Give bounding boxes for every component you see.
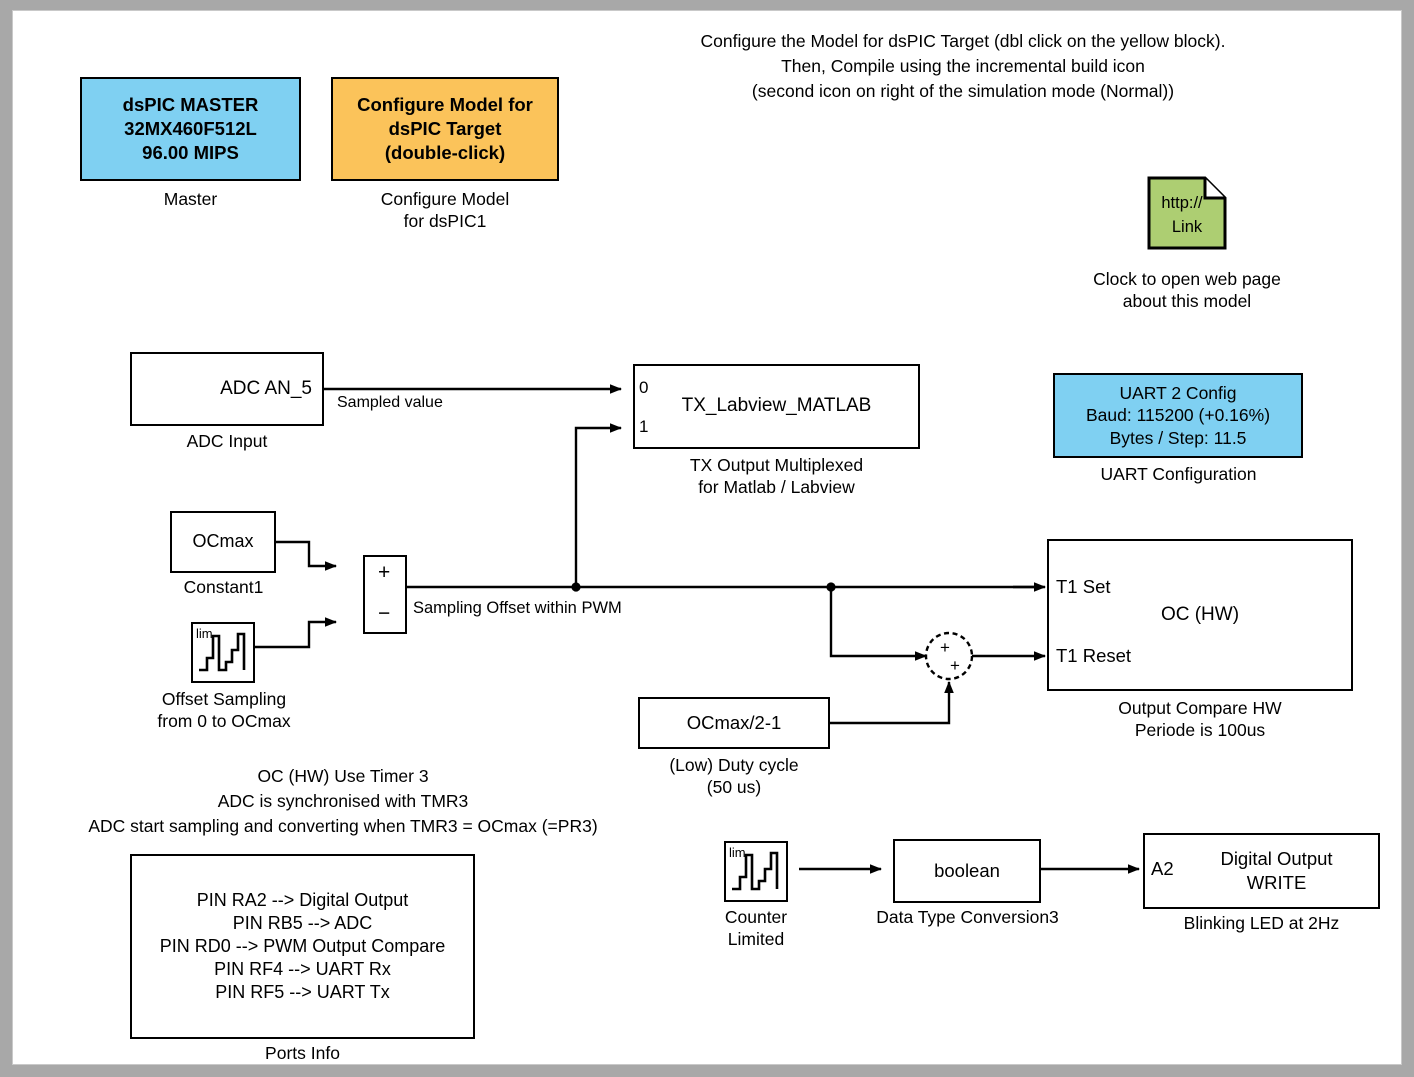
caption-constant1: Constant1 xyxy=(183,577,264,597)
wire-offset-to-sum-minus xyxy=(255,617,337,649)
caption-offset-sampling: Offset Sampling from 0 to OCmax xyxy=(157,689,291,731)
port-label-t1-reset: T1 Reset xyxy=(1056,645,1132,666)
port-label-tx-1: 1 xyxy=(639,417,649,436)
block-constant1[interactable]: OCmax xyxy=(170,511,276,573)
block-uart-config[interactable]: UART 2 Config Baud: 115200 (+0.16%) Byte… xyxy=(1053,373,1303,458)
block-tx-mux[interactable]: TX_Labview_MATLAB xyxy=(633,364,920,449)
caption-counter-limited: Counter Limited xyxy=(724,907,788,949)
block-data-type-conversion-text: boolean xyxy=(934,860,1000,882)
wire-duty-to-add xyxy=(830,681,954,725)
block-master[interactable]: dsPIC MASTER 32MX460F512L 96.00 MIPS xyxy=(80,77,301,181)
wire-branch-to-add xyxy=(829,587,927,661)
block-tx-mux-text: TX_Labview_MATLAB xyxy=(681,395,872,417)
block-uart-config-text: UART 2 Config Baud: 115200 (+0.16%) Byte… xyxy=(1085,382,1271,448)
caption-data-type-conversion: Data Type Conversion3 xyxy=(876,907,1059,927)
block-web-link[interactable]: http:// Link xyxy=(1147,176,1227,250)
sum-add-plus-2: + xyxy=(950,656,960,675)
block-configure-model[interactable]: Configure Model for dsPIC Target (double… xyxy=(331,77,559,181)
ports-info-line-4: PIN RF4 --> UART Rx xyxy=(214,959,391,980)
ports-info-line-1: PIN RA2 --> Digital Output xyxy=(196,889,409,910)
sum-add-plus-1: + xyxy=(940,638,950,657)
annotation-top-note: Configure the Model for dsPIC Target (db… xyxy=(700,31,1226,101)
web-link-line2: Link xyxy=(1171,218,1203,236)
block-configure-model-text: Configure Model for dsPIC Target (double… xyxy=(357,94,533,163)
block-adc-input-text: ADC AN_5 xyxy=(220,377,312,399)
ports-info-line-3: PIN RD0 --> PWM Output Compare xyxy=(159,935,446,956)
annotation-timer-note: OC (HW) Use Timer 3 ADC is synchronised … xyxy=(88,766,598,836)
caption-uart-config: UART Configuration xyxy=(1100,464,1257,484)
block-digital-output-text: Digital Output WRITE xyxy=(1220,848,1333,893)
signal-label-sampling-offset: Sampling Offset within PWM xyxy=(413,599,622,617)
wire-branch-to-tx-port1 xyxy=(574,423,622,587)
counter-limited-waveform-icon: lim xyxy=(729,845,779,891)
block-master-text: dsPIC MASTER 32MX460F512L 96.00 MIPS xyxy=(122,94,259,163)
caption-master: Master xyxy=(163,189,218,209)
junction-dot-tx-branch xyxy=(571,582,581,592)
caption-tx-mux: TX Output Multiplexed for Matlab / Labvi… xyxy=(689,455,864,497)
caption-configure-model: Configure Model for dsPIC1 xyxy=(380,189,510,231)
block-adc-input[interactable]: ADC AN_5 xyxy=(130,352,324,426)
block-counter-limited[interactable]: lim xyxy=(724,841,788,902)
block-constant1-text: OCmax xyxy=(192,531,254,552)
caption-web-link: Clock to open web page about this model xyxy=(1093,269,1281,311)
block-duty-cycle-text: OCmax/2-1 xyxy=(686,712,782,734)
caption-digital-output: Blinking LED at 2Hz xyxy=(1183,913,1340,933)
port-label-tx-0: 0 xyxy=(639,378,649,397)
block-digital-output[interactable]: Digital Output WRITE xyxy=(1143,833,1380,909)
wire-const-to-sum-plus xyxy=(275,540,337,571)
sum-minus-sign: − xyxy=(378,602,391,625)
block-offset-sampling[interactable]: lim xyxy=(191,622,255,683)
port-label-a2: A2 xyxy=(1151,858,1174,879)
caption-ports-info: Ports Info xyxy=(265,1043,340,1063)
block-duty-cycle[interactable]: OCmax/2-1 xyxy=(638,697,830,749)
caption-adc-input: ADC Input xyxy=(186,431,268,451)
port-label-t1-set: T1 Set xyxy=(1056,576,1111,597)
web-link-page-icon xyxy=(1147,176,1227,250)
counter-limited-waveform-icon: lim xyxy=(196,626,246,672)
ports-info-line-5: PIN RF5 --> UART Tx xyxy=(215,982,390,1003)
screenshot-root: Configure the Model for dsPIC Target (db… xyxy=(0,0,1414,1077)
svg-text:lim: lim xyxy=(196,626,213,641)
simulink-model-canvas[interactable]: Configure the Model for dsPIC Target (db… xyxy=(12,10,1402,1065)
block-sum-subtract[interactable]: + − xyxy=(363,555,407,634)
ports-info-line-2: PIN RB5 --> ADC xyxy=(232,912,373,933)
block-output-compare[interactable]: OC (HW) xyxy=(1047,539,1353,691)
caption-output-compare: Output Compare HW Periode is 100us xyxy=(1118,698,1282,740)
web-link-line1: http:// xyxy=(1161,194,1203,212)
block-ports-info[interactable]: PIN RA2 --> Digital Output PIN RB5 --> A… xyxy=(130,854,475,1039)
signal-label-sampled-value: Sampled value xyxy=(337,394,443,411)
svg-text:lim: lim xyxy=(729,845,746,860)
sum-plus-sign: + xyxy=(378,561,391,584)
junction-dot-add-branch xyxy=(826,582,836,592)
block-output-compare-text: OC (HW) xyxy=(1160,603,1240,625)
block-data-type-conversion[interactable]: boolean xyxy=(893,839,1041,903)
